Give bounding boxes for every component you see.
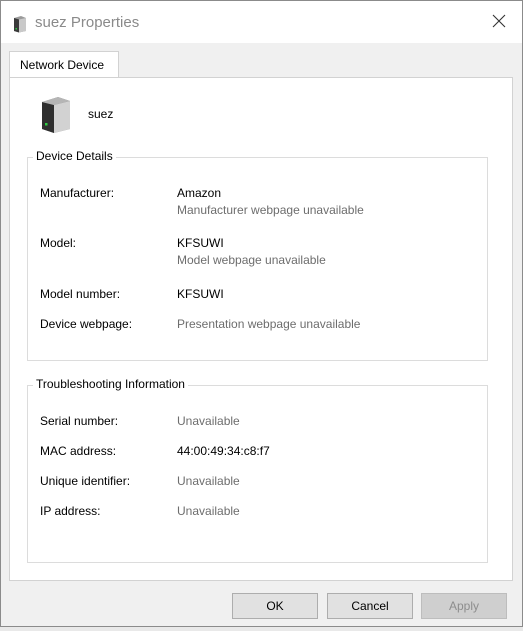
model-label: Model: <box>40 236 77 250</box>
cancel-button[interactable]: Cancel <box>327 593 413 619</box>
model-webpage: Model webpage unavailable <box>177 253 326 267</box>
ip-address-label: IP address: <box>40 504 101 518</box>
properties-dialog: suez Properties Network Device suez Devi… <box>0 0 523 627</box>
mac-address-value: 44:00:49:34:c8:f7 <box>177 444 270 458</box>
mac-address-label: MAC address: <box>40 444 117 458</box>
manufacturer-value: Amazon <box>177 186 222 200</box>
device-webpage-label: Device webpage: <box>40 317 133 331</box>
model-number-value: KFSUWI <box>177 287 224 301</box>
manufacturer-label: Manufacturer: <box>40 186 115 200</box>
device-details-group: Device Details Manufacturer: Amazon Manu… <box>27 149 488 361</box>
device-webpage-value: Presentation webpage unavailable <box>177 317 361 331</box>
close-icon <box>492 14 506 31</box>
device-name: suez <box>88 107 114 121</box>
model-value: KFSUWI <box>177 236 224 250</box>
network-device-icon <box>13 15 27 33</box>
tab-network-device[interactable]: Network Device <box>9 51 119 78</box>
ip-address-value: Unavailable <box>177 504 240 518</box>
ok-button[interactable]: OK <box>232 593 318 619</box>
serial-number-label: Serial number: <box>40 414 119 428</box>
network-device-icon <box>40 96 72 134</box>
tab-panel: suez Device Details Manufacturer: Amazon… <box>9 77 513 581</box>
device-details-heading: Device Details <box>33 149 116 163</box>
window-title: suez Properties <box>35 14 140 31</box>
manufacturer-webpage: Manufacturer webpage unavailable <box>177 203 364 217</box>
troubleshooting-group: Troubleshooting Information Serial numbe… <box>27 377 488 563</box>
model-number-label: Model number: <box>40 287 121 301</box>
apply-button[interactable]: Apply <box>421 593 507 619</box>
serial-number-value: Unavailable <box>177 414 240 428</box>
unique-identifier-value: Unavailable <box>177 474 240 488</box>
unique-identifier-label: Unique identifier: <box>40 474 131 488</box>
close-button[interactable] <box>476 1 522 43</box>
title-bar[interactable]: suez Properties <box>1 1 522 43</box>
troubleshooting-heading: Troubleshooting Information <box>33 377 188 391</box>
